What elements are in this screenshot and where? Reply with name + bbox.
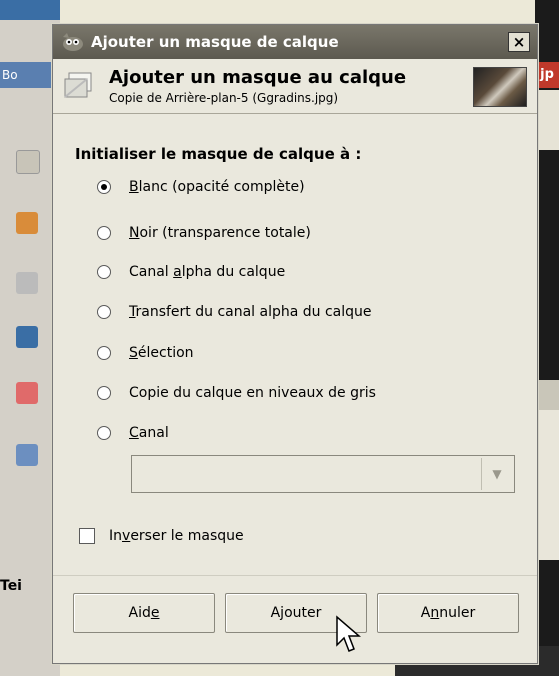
background-titlebar: [0, 0, 60, 20]
dialog-titlebar[interactable]: Ajouter un masque de calque ×: [53, 25, 537, 59]
background-panel: [535, 380, 559, 410]
option-transfer-alpha-label: Transfert du canal alpha du calque: [129, 304, 372, 320]
header-subtitle: Copie de Arrière-plan-5 (Ggradins.jpg): [109, 91, 339, 105]
mouse-pointer-icon: [336, 615, 361, 652]
option-selection-label: Sélection: [129, 345, 194, 361]
radio-selection[interactable]: [97, 346, 111, 360]
cancel-button[interactable]: Annuler: [377, 593, 519, 633]
background-left-footer: Tei: [0, 578, 22, 594]
background-tool-icon: [16, 150, 40, 174]
layer-mask-icon: [64, 72, 92, 98]
background-right-window: jp: [535, 0, 559, 676]
close-button[interactable]: ×: [508, 32, 530, 52]
radio-transfer-alpha[interactable]: [97, 305, 111, 319]
option-alpha-channel-label: Canal alpha du calque: [129, 264, 286, 280]
help-button[interactable]: Aide: [73, 593, 215, 633]
background-panel: [535, 90, 559, 150]
option-white-label: Blanc (opacité complète): [129, 179, 305, 195]
background-tool-icon: [16, 272, 38, 294]
radio-alpha-channel[interactable]: [97, 265, 111, 279]
header-title: Ajouter un masque au calque: [109, 67, 407, 88]
radio-channel[interactable]: [97, 426, 111, 440]
gimp-wilber-icon: [63, 33, 83, 51]
invert-mask-label: Inverser le masque: [109, 528, 244, 544]
close-icon: ×: [512, 33, 526, 51]
radio-black[interactable]: [97, 226, 111, 240]
chevron-down-icon[interactable]: ▼: [481, 458, 512, 490]
invert-mask-checkbox[interactable]: [79, 528, 95, 544]
background-right-header: jp: [535, 62, 559, 88]
background-tool-icon: [16, 382, 38, 404]
radio-grayscale-copy[interactable]: [97, 386, 111, 400]
background-panel: [535, 410, 559, 560]
dialog-title: Ajouter un masque de calque: [91, 33, 339, 51]
option-black-label: Noir (transparence totale): [129, 225, 311, 241]
add-layer-mask-dialog: Ajouter un masque de calque × Ajouter un…: [52, 24, 538, 664]
option-channel-label: Canal: [129, 425, 169, 441]
buttons-separator: [53, 575, 537, 576]
layer-thumbnail: [473, 67, 527, 107]
background-tool-icon: [16, 444, 38, 466]
radio-white[interactable]: [97, 180, 111, 194]
dialog-header: Ajouter un masque au calque Copie de Arr…: [53, 59, 537, 114]
background-tool-icon: [16, 326, 38, 348]
section-label: Initialiser le masque de calque à :: [75, 145, 362, 163]
background-tool-icon: [16, 212, 38, 234]
channel-combo[interactable]: ▼: [131, 455, 515, 493]
background-left-window: Bo Tei: [0, 0, 62, 676]
option-grayscale-copy-label: Copie du calque en niveaux de gris: [129, 385, 376, 401]
